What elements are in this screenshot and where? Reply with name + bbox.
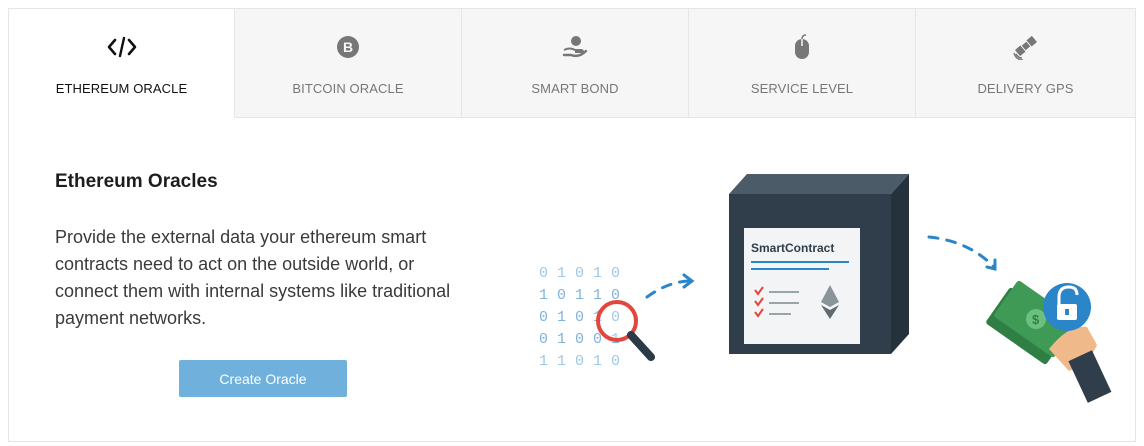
mouse-icon (782, 34, 822, 59)
hand-coin-icon (555, 35, 595, 59)
tab-label: SMART BOND (531, 81, 619, 96)
tab-bitcoin-oracle[interactable]: B BITCOIN ORACLE (235, 9, 462, 118)
arrow-icon (645, 273, 695, 299)
oracle-tabs: ETHEREUM ORACLE B BITCOIN ORACLE SMART B… (9, 9, 1135, 118)
create-oracle-button[interactable]: Create Oracle (179, 360, 347, 397)
tab-label: BITCOIN ORACLE (292, 81, 404, 96)
tab-service-level[interactable]: SERVICE LEVEL (689, 9, 916, 118)
tab-delivery-gps[interactable]: DELIVERY GPS (916, 9, 1135, 118)
panel-title: Ethereum Oracles (55, 171, 218, 192)
panel-description: Provide the external data your ethereum … (55, 227, 451, 328)
tab-label: DELIVERY GPS (977, 81, 1074, 96)
unlock-icon (1043, 283, 1091, 331)
binary-row: 1 0 1 1 0 (539, 287, 620, 304)
binary-row: 1 1 0 1 0 (539, 353, 620, 370)
magnifier-icon (596, 300, 655, 361)
oracle-card: ETHEREUM ORACLE B BITCOIN ORACLE SMART B… (8, 8, 1136, 442)
oracle-illustration: 0 1 0 1 0 1 0 1 1 0 0 1 0 1 0 0 1 0 0 1 … (539, 174, 1112, 403)
code-icon (102, 35, 142, 59)
svg-text:$: $ (1032, 312, 1040, 327)
satellite-icon (1006, 35, 1046, 60)
tab-ethereum-oracle[interactable]: ETHEREUM ORACLE (9, 9, 235, 118)
bitcoin-icon: B (328, 35, 368, 59)
smart-contract-box: SmartContract (729, 174, 909, 354)
arrow-icon (927, 235, 997, 271)
tab-smart-bond[interactable]: SMART BOND (462, 9, 689, 118)
binary-row: 0 1 0 1 0 (539, 265, 620, 282)
tab-label: ETHEREUM ORACLE (55, 81, 188, 96)
svg-text:B: B (343, 39, 353, 55)
tab-label: SERVICE LEVEL (750, 81, 854, 96)
contract-label: SmartContract (751, 241, 834, 255)
